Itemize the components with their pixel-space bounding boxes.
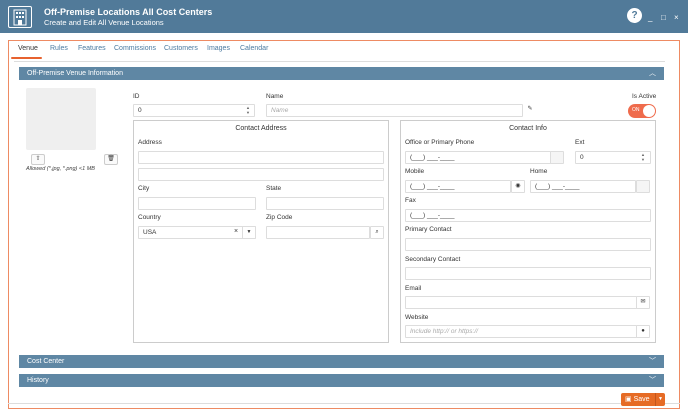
zip-field[interactable] — [266, 226, 370, 239]
window-title: Off-Premise Locations All Cost Centers — [44, 7, 213, 17]
state-field[interactable] — [266, 197, 384, 210]
state-label: State — [266, 185, 282, 192]
is-active-state: ON — [632, 107, 640, 113]
id-field[interactable]: 0 — [133, 104, 255, 117]
phone-field[interactable]: (___) ___-____ — [405, 151, 551, 164]
tab-venue[interactable]: Venue — [18, 45, 38, 52]
home-field[interactable]: (___) ___-____ — [530, 180, 636, 193]
country-label: Country — [138, 214, 161, 221]
window-subtitle: Create and Edit All Venue Locations — [44, 18, 164, 27]
home-label: Home — [530, 168, 548, 175]
fax-label: Fax — [405, 197, 416, 204]
section-venue-info[interactable]: Off-Premise Venue Information ︿ — [19, 67, 664, 80]
mobile-field[interactable]: (___) ___-____ — [405, 180, 511, 193]
contact-address-title: Contact Address — [235, 125, 287, 132]
city-field[interactable] — [138, 197, 256, 210]
trash-icon[interactable]: 🗑 — [104, 154, 118, 165]
save-dropdown-icon[interactable]: ▼ — [655, 393, 665, 406]
phone-icon — [550, 151, 564, 164]
save-button[interactable]: ▣ Save ▼ — [621, 393, 665, 406]
phone-label: Office or Primary Phone — [405, 139, 475, 146]
chevron-down-icon: ﹀ — [649, 377, 656, 384]
title-bar: Off-Premise Locations All Cost Centers C… — [0, 0, 688, 33]
tab-images[interactable]: Images — [207, 45, 230, 52]
website-label: Website — [405, 314, 429, 321]
home-icon — [636, 180, 650, 193]
tab-commissions[interactable]: Commissions — [114, 45, 156, 52]
toggle-knob — [643, 105, 655, 117]
chevron-down-icon: ﹀ — [649, 358, 656, 365]
ext-field[interactable]: 0 — [575, 151, 651, 164]
image-allowed-note: Allowed (*.jpg, *.png) <1 MB — [26, 166, 95, 172]
chevron-down-icon[interactable]: ▼ — [242, 226, 256, 239]
address-line1-field[interactable] — [138, 151, 384, 164]
city-label: City — [138, 185, 150, 192]
maximize-button[interactable]: □ — [661, 13, 666, 22]
mobile-label: Mobile — [405, 168, 425, 175]
chevron-up-icon: ︿ — [649, 70, 656, 77]
venue-image-placeholder[interactable] — [26, 88, 96, 150]
website-field[interactable]: Include http:// or https:// — [405, 325, 637, 338]
upload-icon[interactable]: ⇧ — [31, 154, 45, 165]
section-cost-center-label: Cost Center — [27, 358, 65, 365]
email-field[interactable] — [405, 296, 637, 309]
building-icon — [8, 6, 32, 28]
tab-customers[interactable]: Customers — [164, 45, 198, 52]
save-label: Save — [633, 396, 650, 403]
tab-divider — [14, 61, 665, 62]
section-history[interactable]: History ﹀ — [19, 374, 664, 387]
clear-icon[interactable]: × — [234, 228, 238, 235]
primary-contact-label: Primary Contact — [405, 226, 452, 233]
id-stepper[interactable]: ▲ ▼ — [246, 105, 250, 115]
primary-contact-field[interactable] — [405, 238, 651, 251]
globe-icon[interactable]: ● — [636, 325, 650, 338]
ext-label: Ext — [575, 139, 585, 146]
address-label: Address — [138, 139, 162, 146]
name-field[interactable]: Name — [266, 104, 523, 117]
secondary-contact-label: Secondary Contact — [405, 256, 461, 263]
email-label: Email — [405, 285, 422, 292]
rss-icon[interactable]: ◉ — [511, 180, 525, 193]
pencil-icon[interactable]: ✎ — [523, 104, 537, 116]
tab-calendar[interactable]: Calendar — [240, 45, 268, 52]
active-tab-indicator — [11, 57, 42, 59]
zip-label: Zip Code — [266, 214, 293, 221]
footer-divider — [8, 403, 680, 404]
fax-field[interactable]: (___) ___-____ — [405, 209, 651, 222]
country-select[interactable]: USA — [138, 226, 256, 239]
is-active-label: Is Active — [632, 93, 657, 100]
address-line2-field[interactable] — [138, 168, 384, 181]
tab-rules[interactable]: Rules — [50, 45, 68, 52]
search-icon[interactable]: ⌕ — [370, 226, 384, 239]
section-cost-center[interactable]: Cost Center ﹀ — [19, 355, 664, 368]
save-icon: ▣ — [625, 396, 634, 403]
secondary-contact-field[interactable] — [405, 267, 651, 280]
tab-features[interactable]: Features — [78, 45, 106, 52]
id-label: ID — [133, 93, 140, 100]
minimize-button[interactable]: _ — [648, 13, 652, 22]
envelope-icon[interactable]: ✉ — [636, 296, 650, 309]
help-icon[interactable]: ? — [627, 8, 642, 23]
section-venue-info-label: Off-Premise Venue Information — [27, 70, 123, 77]
contact-info-title: Contact Info — [509, 125, 547, 132]
close-button[interactable]: × — [674, 13, 679, 22]
is-active-toggle[interactable]: ON — [628, 104, 656, 118]
ext-stepper[interactable]: ▲ ▼ — [641, 152, 645, 162]
section-history-label: History — [27, 377, 49, 384]
name-label: Name — [266, 93, 284, 100]
